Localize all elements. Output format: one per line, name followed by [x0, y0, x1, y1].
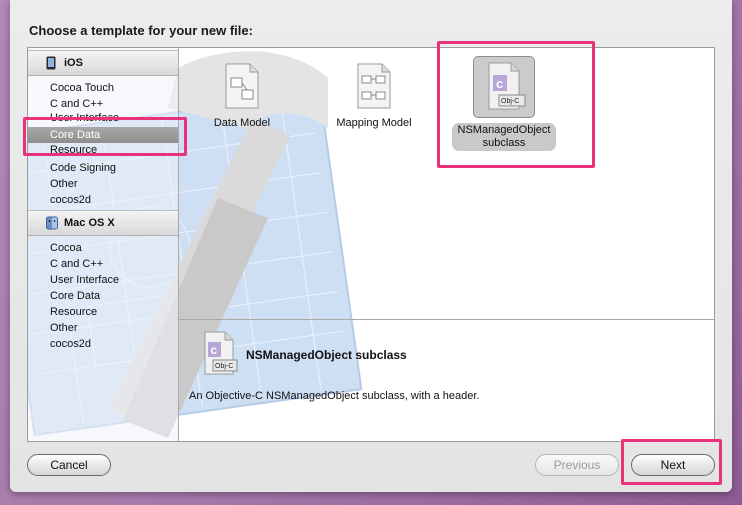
category-ios-other[interactable]: Other: [28, 176, 178, 192]
category-mac-cocoa[interactable]: Cocoa: [28, 240, 178, 256]
category-mac-core-data[interactable]: Core Data: [28, 288, 178, 304]
category-ios-cocoa-touch[interactable]: Cocoa Touch: [28, 80, 178, 96]
mapping-model-document-icon: [357, 63, 391, 109]
category-mac-other[interactable]: Other: [28, 320, 178, 336]
group-header-ios: iOS: [28, 50, 178, 76]
dialog-heading: Choose a template for your new file:: [29, 23, 253, 38]
mac-finder-icon: [46, 216, 58, 230]
svg-text:c: c: [211, 343, 218, 357]
data-model-document-icon: [225, 63, 259, 109]
svg-text:c: c: [496, 76, 503, 91]
previous-button[interactable]: Previous: [535, 454, 619, 476]
template-panel: iOS Cocoa Touch C and C++ User Interface…: [27, 47, 715, 442]
template-category-list: iOS Cocoa Touch C and C++ User Interface…: [28, 48, 179, 441]
category-mac-resource[interactable]: Resource: [28, 304, 178, 320]
objc-document-icon: c Obj-C: [488, 62, 526, 110]
category-ios-code-signing[interactable]: Code Signing: [28, 160, 178, 176]
category-ios-c-and-cpp[interactable]: C and C++: [28, 96, 178, 112]
objc-document-small-icon: c Obj-C: [204, 331, 238, 375]
category-mac-c-and-cpp[interactable]: C and C++: [28, 256, 178, 272]
group-header-mac-os-x: Mac OS X: [28, 210, 178, 236]
category-ios-core-data[interactable]: Core Data: [28, 127, 178, 143]
category-mac-cocos2d[interactable]: cocos2d: [28, 336, 178, 352]
category-mac-user-interface[interactable]: User Interface: [28, 272, 178, 288]
svg-text:Obj-C: Obj-C: [501, 98, 519, 105]
svg-text:Obj-C: Obj-C: [215, 363, 233, 370]
next-button[interactable]: Next: [631, 454, 715, 476]
category-ios-user-interface[interactable]: User Interface: [28, 112, 178, 124]
category-ios-cocos2d[interactable]: cocos2d: [28, 192, 178, 208]
template-nsmanagedobject-subclass[interactable]: c Obj-C NSManagedObject subclass: [449, 56, 559, 151]
template-data-model[interactable]: Data Model: [209, 62, 275, 129]
template-grid: Data Model Mapping Model c Obj-C NSManag…: [179, 48, 714, 320]
detail-title: NSManagedObject subclass: [246, 348, 407, 362]
cancel-button[interactable]: Cancel: [27, 454, 111, 476]
category-ios-resource[interactable]: Resource: [28, 144, 178, 153]
detail-description: An Objective-C NSManagedObject subclass,…: [189, 390, 480, 402]
new-file-dialog: Choose a template for your new file: iOS…: [10, 0, 732, 492]
template-mapping-model[interactable]: Mapping Model: [329, 62, 419, 129]
template-label-line2: subclass: [482, 137, 526, 149]
selected-template-frame: c Obj-C: [473, 56, 535, 118]
iphone-icon: [46, 56, 56, 70]
template-detail: c Obj-C NSManagedObject subclass An Obje…: [179, 320, 714, 441]
template-label-line1: NSManagedObject: [457, 124, 551, 136]
